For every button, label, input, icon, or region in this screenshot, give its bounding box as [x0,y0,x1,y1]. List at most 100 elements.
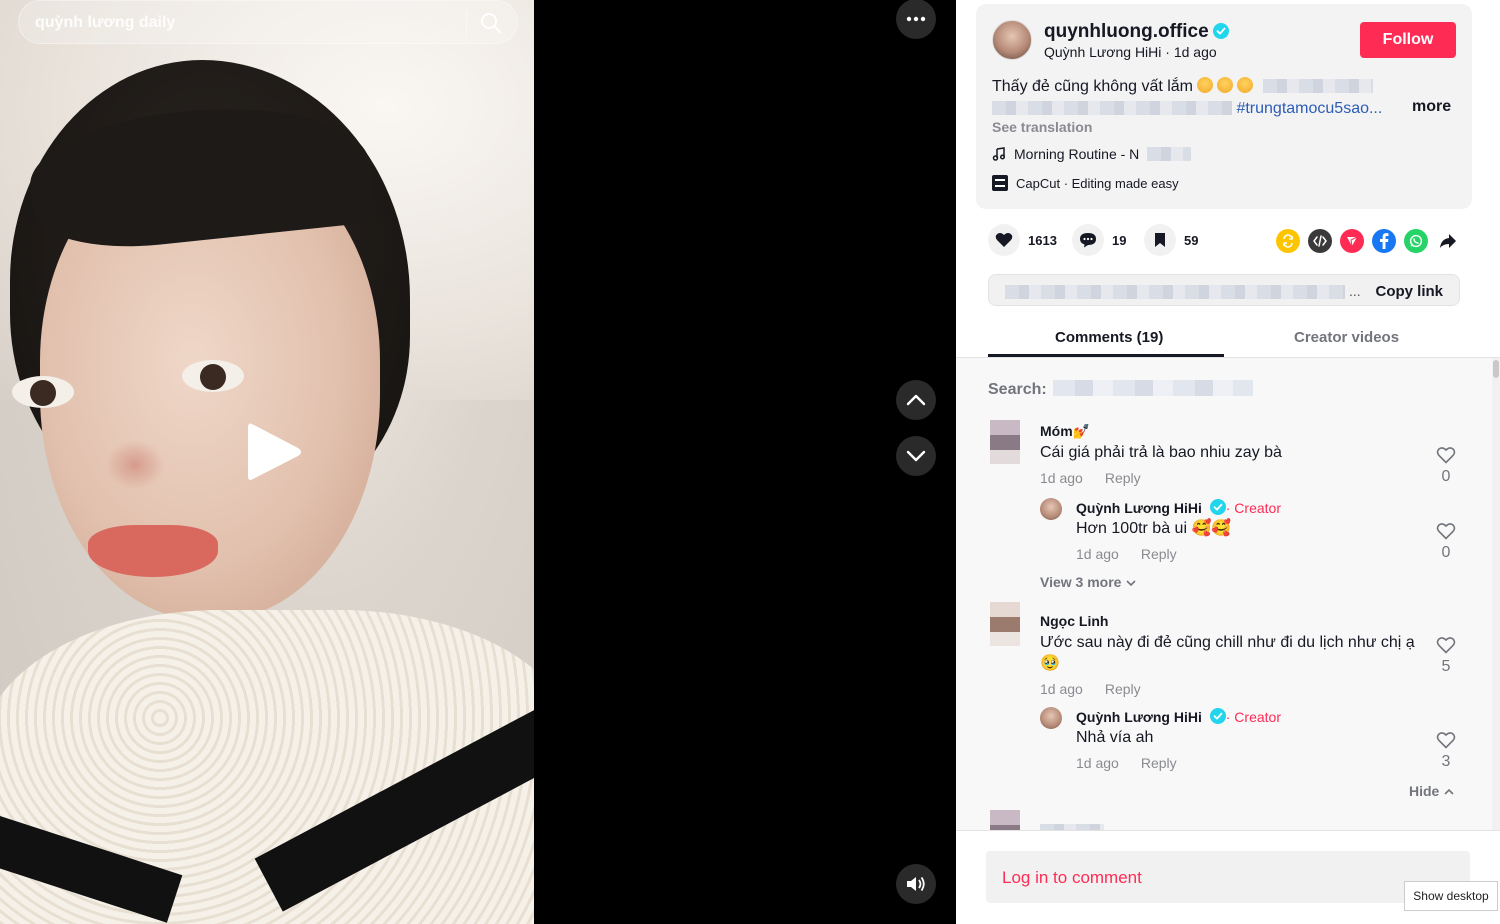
comment-author[interactable]: Móm💅 [1040,423,1090,440]
like-button[interactable]: 1613 [988,224,1057,256]
blurred-text [1147,147,1192,161]
capcut-text[interactable]: CapCut · Editing made easy [1016,176,1179,191]
creator-badge: · Creator [1225,500,1281,516]
creator-badge: · Creator [1225,709,1281,725]
comment-like-count: 0 [1441,468,1451,485]
video-player[interactable]: quỳnh lương daily [0,0,534,924]
play-icon[interactable] [244,420,304,484]
username[interactable]: quynhluong.office [1044,21,1229,43]
post-description: Thấy đẻ cũng không vất lắm #trungtamocu5… [992,76,1458,120]
hashtag-link[interactable]: #trungtamocu5sao... [1236,100,1382,117]
see-translation-link[interactable]: See translation [992,119,1092,135]
search-icon[interactable] [480,12,502,34]
embed-icon[interactable] [1308,229,1332,253]
video-panel: quỳnh lương daily [0,0,956,924]
reply-time: 1d ago [1076,546,1119,562]
avatar[interactable] [1040,707,1062,729]
reply-button[interactable]: Reply [1141,546,1177,562]
reply-like-count: 0 [1441,544,1451,561]
comment-text: Cái giá phải trả là bao nhiu zay bà [1040,444,1282,461]
comment-author[interactable]: Ngọc Linh [1040,613,1108,629]
avatar[interactable] [990,420,1020,464]
capcut-icon [992,175,1008,191]
share-link-box[interactable]: ... Copy link [988,274,1460,306]
display-name: Quỳnh Lương HiHi [1044,44,1162,60]
search-divider [466,9,467,37]
avatar[interactable] [990,602,1020,646]
comment-scrollbar[interactable] [1492,358,1500,830]
username-text[interactable]: quynhluong.office [1044,21,1209,42]
view-more-label[interactable]: View 3 more [1040,574,1121,590]
comment-count: 19 [1112,232,1127,248]
reply-author-name[interactable]: Quỳnh Lương HiHi [1076,709,1202,725]
reply-like-button[interactable]: 3 [1434,731,1458,771]
save-button[interactable]: 59 [1144,224,1198,256]
facebook-icon[interactable] [1372,229,1396,253]
music-link[interactable]: Morning Routine - N [992,146,1192,162]
avatar[interactable] [1040,498,1062,520]
page-root: quỳnh lương daily quynhluong.office Quỳn… [0,0,1500,924]
music-title[interactable]: Morning Routine - N [1014,146,1139,162]
copy-link-button[interactable]: Copy link [1375,283,1443,300]
comment-list: Search: Móm💅 Cái giá phải trả là bao nhi… [956,358,1492,830]
login-to-comment-button[interactable]: Log in to comment [986,851,1470,903]
action-bar: 1613 19 59 [988,224,1458,258]
search-bar[interactable]: quỳnh lương daily [18,0,518,44]
follow-button[interactable]: Follow [1360,22,1456,58]
reply-button[interactable]: Reply [1105,470,1141,486]
capcut-link[interactable]: CapCut · Editing made easy [992,175,1179,191]
repost-icon[interactable] [1276,229,1300,253]
volume-button[interactable] [896,864,936,904]
previous-video-button[interactable] [896,380,936,420]
blurred-text [1263,79,1374,93]
reply-text: Hơn 100tr bà ui 🥰🥰 [1076,520,1232,537]
reply-button[interactable]: Reply [1141,755,1177,771]
hide-label[interactable]: Hide [1409,783,1439,799]
search-input[interactable]: quỳnh lương daily [35,14,175,32]
login-to-comment-label[interactable]: Log in to comment [1002,868,1142,888]
share-arrow-icon[interactable] [1436,229,1460,253]
heart-icon [988,224,1020,256]
reply-author[interactable]: Quỳnh Lương HiHi · Creator [1076,708,1281,725]
comment-button[interactable]: 19 [1072,224,1126,256]
send-icon[interactable] [1340,229,1364,253]
comment-text: Ước sau này đi đẻ cũng chill như đi du l… [1040,634,1415,672]
bookmark-icon [1144,224,1176,256]
music-note-icon [992,147,1006,161]
more-link[interactable]: more [1412,98,1451,116]
reply-like-button[interactable]: 0 [1434,522,1458,562]
post-time: 1d ago [1173,44,1217,60]
comment-like-button[interactable]: 0 [1434,446,1458,486]
comment-search[interactable]: Search: [988,380,1253,399]
emoji-icon [1197,77,1214,93]
reply-time: 1d ago [1076,755,1119,771]
emoji-icon [1237,77,1254,93]
more-icon [906,16,926,22]
reply-author[interactable]: Quỳnh Lương HiHi · Creator [1076,499,1281,516]
like-count: 1613 [1028,232,1057,248]
reply-button[interactable]: Reply [1105,681,1141,697]
avatar[interactable] [992,20,1032,60]
tab-comments[interactable]: Comments (19) [1055,329,1163,346]
subline-separator: · [1161,44,1174,60]
reply-meta: 1d ago Reply [1076,755,1177,771]
link-ellipsis: ... [1349,283,1361,299]
tab-bar: Comments (19) Creator videos [956,320,1500,358]
whatsapp-icon[interactable] [1404,229,1428,253]
scrollbar-thumb[interactable] [1493,360,1499,378]
view-more-replies-button[interactable]: View 3 more [1040,574,1137,590]
comment-time: 1d ago [1040,470,1083,486]
comment-time: 1d ago [1040,681,1083,697]
tab-creator-videos[interactable]: Creator videos [1294,329,1399,346]
hide-replies-button[interactable]: Hide [1409,783,1455,799]
comment-like-button[interactable]: 5 [1434,636,1458,676]
more-options-button[interactable] [896,0,936,39]
chevron-up-icon [906,394,926,406]
chevron-down-icon [906,450,926,462]
verified-icon [1209,708,1226,724]
avatar[interactable] [990,810,1020,830]
blurred-text [992,101,1232,115]
emoji-icon [1217,77,1234,93]
next-video-button[interactable] [896,436,936,476]
reply-author-name[interactable]: Quỳnh Lương HiHi [1076,500,1202,516]
